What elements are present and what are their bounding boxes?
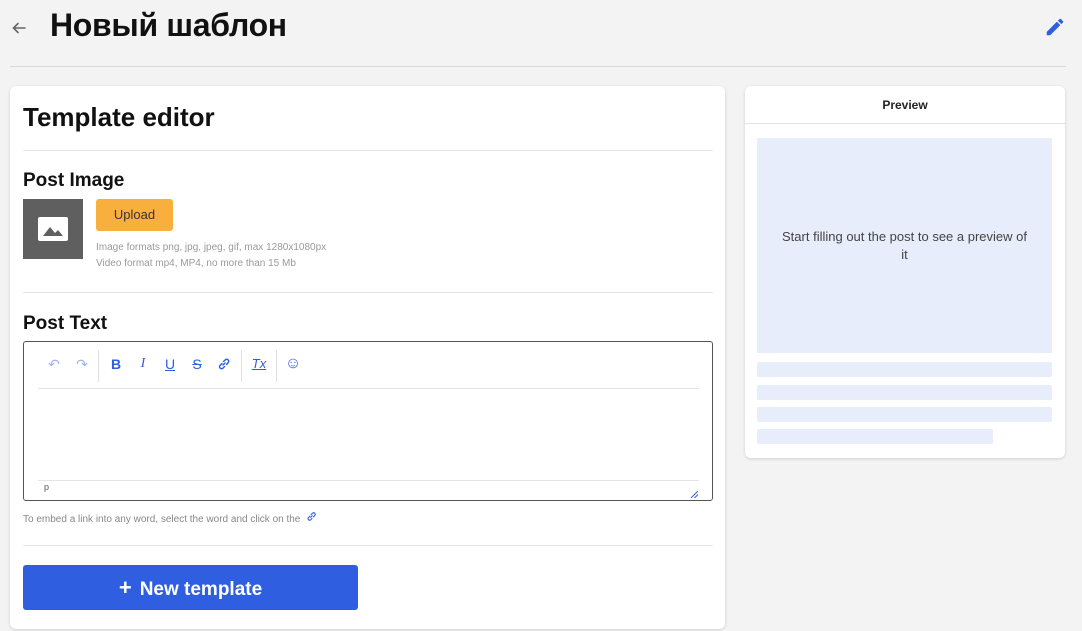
toolbar-separator xyxy=(98,350,99,382)
strikethrough-icon[interactable]: S xyxy=(186,353,208,375)
video-format-hint: Video format mp4, MP4, no more than 15 M… xyxy=(96,258,296,269)
image-placeholder xyxy=(23,199,83,259)
resize-handle[interactable] xyxy=(690,485,699,499)
divider xyxy=(23,292,713,293)
post-text-heading: Post Text xyxy=(23,313,108,334)
link-icon[interactable] xyxy=(213,353,235,375)
clear-format-icon[interactable]: Tx xyxy=(248,353,270,375)
editor-body[interactable] xyxy=(38,390,699,478)
status-divider xyxy=(38,480,699,481)
rich-text-editor[interactable]: ↶ ↷ B I U S Tx ☺ p xyxy=(23,341,713,501)
italic-icon[interactable]: I xyxy=(132,353,154,375)
preview-message: Start filling out the post to see a prev… xyxy=(782,229,1027,262)
upload-button[interactable]: Upload xyxy=(96,199,173,231)
divider xyxy=(23,545,713,546)
embed-link-hint: To embed a link into any word, select th… xyxy=(23,511,317,525)
image-format-hint: Image formats png, jpg, jpeg, gif, max 1… xyxy=(96,242,327,253)
template-editor-card: Template editor Post Image Upload Image … xyxy=(10,86,725,629)
page-title: Новый шаблон xyxy=(50,7,287,43)
image-icon xyxy=(38,217,68,241)
divider xyxy=(23,150,713,151)
edit-title-button[interactable] xyxy=(1044,16,1066,38)
editor-title: Template editor xyxy=(23,102,215,132)
preview-skeleton-line xyxy=(757,385,1052,400)
bold-icon[interactable]: B xyxy=(105,353,127,375)
preview-skeleton-line xyxy=(757,429,993,444)
toolbar-divider xyxy=(38,388,699,389)
toolbar-separator xyxy=(276,350,277,382)
pencil-icon xyxy=(1046,18,1064,36)
element-path: p xyxy=(44,482,50,492)
plus-icon: + xyxy=(118,575,132,600)
preview-skeleton-line xyxy=(757,362,1052,377)
page-header: Новый шаблон xyxy=(0,0,1082,67)
preview-placeholder: Start filling out the post to see a prev… xyxy=(757,138,1052,353)
post-image-heading: Post Image xyxy=(23,170,125,191)
header-divider xyxy=(10,66,1066,67)
underline-icon[interactable]: U xyxy=(159,353,181,375)
preview-card: Preview Start filling out the post to se… xyxy=(745,86,1065,458)
toolbar-separator xyxy=(241,350,242,382)
preview-skeleton-line xyxy=(757,407,1052,422)
editor-toolbar: ↶ ↷ B I U S Tx ☺ xyxy=(38,342,698,388)
preview-heading: Preview xyxy=(745,86,1065,124)
redo-icon[interactable]: ↷ xyxy=(71,353,93,375)
emoji-icon[interactable]: ☺ xyxy=(282,353,304,375)
arrow-left-icon xyxy=(12,22,26,34)
link-icon xyxy=(306,511,317,525)
undo-icon[interactable]: ↶ xyxy=(43,353,65,375)
back-button[interactable] xyxy=(8,16,30,40)
new-template-button[interactable]: + New template xyxy=(23,565,358,610)
